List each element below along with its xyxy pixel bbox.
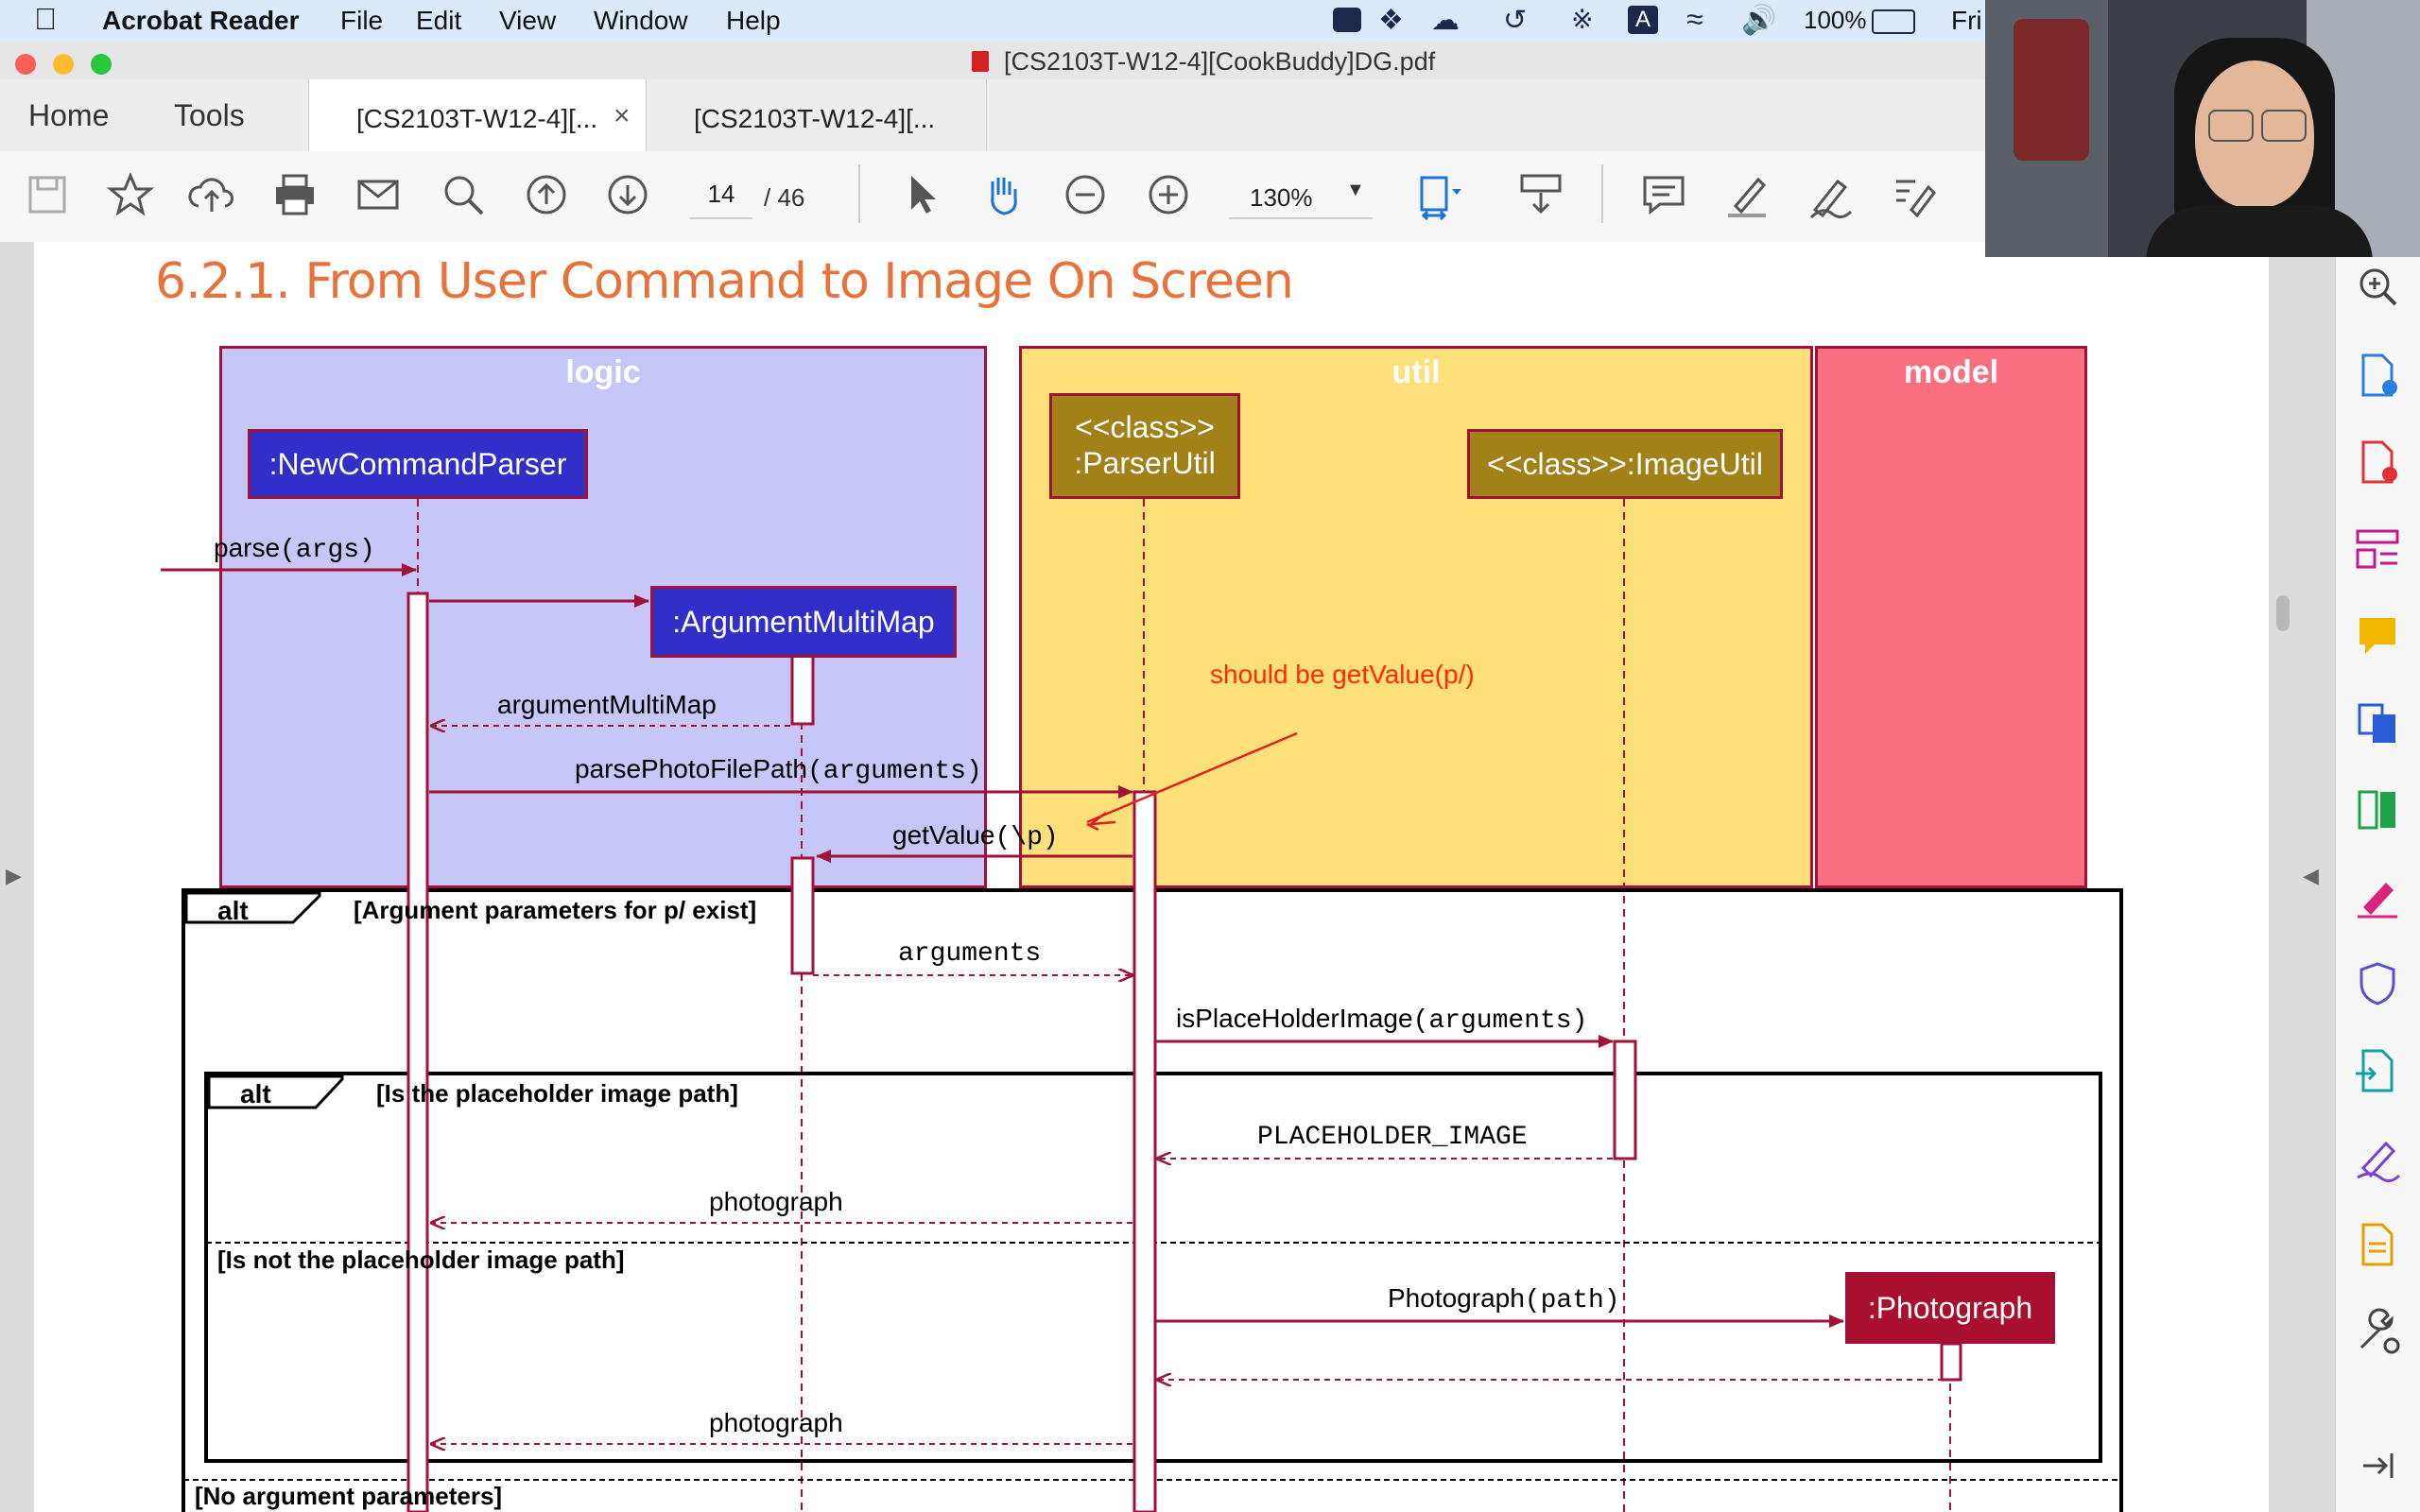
- message-is-placeholder-image: isPlaceHolderImage(arguments): [1176, 1004, 1587, 1036]
- protect-shield-icon[interactable]: [2352, 958, 2403, 1009]
- webcam-video-overlay: [1985, 0, 2420, 257]
- message-arguments-return: arguments: [898, 939, 1042, 969]
- message-args: (arguments): [1412, 1006, 1588, 1036]
- message-args: (\p): [994, 823, 1059, 852]
- message-photograph-constructor: Photograph(path): [1388, 1283, 1620, 1315]
- zoom-search-icon[interactable]: [2352, 261, 2403, 312]
- participant-parser-util: <<class>> :ParserUtil: [1049, 393, 1240, 499]
- message-placeholder-image-return: PLACEHOLDER_IMAGE: [1257, 1123, 1528, 1152]
- compress-pdf-icon[interactable]: [2352, 784, 2403, 835]
- message-photograph-return: photograph: [709, 1187, 843, 1216]
- participant-image-util: <<class>>:ImageUtil: [1467, 429, 1783, 499]
- message-name: Photograph: [1388, 1283, 1525, 1313]
- message-args: (path): [1524, 1286, 1620, 1315]
- participant-new-command-parser: :NewCommandParser: [248, 429, 588, 499]
- frame-else-guard: [Is not the placeholder image path]: [217, 1246, 625, 1274]
- combine-files-icon[interactable]: [2352, 697, 2403, 748]
- webcam-glasses: [2261, 110, 2307, 142]
- frame-operator-alt: alt: [240, 1079, 271, 1108]
- collapse-panel-icon[interactable]: [2352, 1440, 2403, 1491]
- message-photograph-return: photograph: [709, 1408, 843, 1437]
- webcam-glasses: [2208, 110, 2254, 142]
- request-signature-icon[interactable]: [2352, 1132, 2403, 1183]
- review-annotation: should be getValue(p/): [1210, 660, 1475, 689]
- message-name: parsePhotoFilePath: [575, 754, 807, 783]
- more-tools-document-icon[interactable]: [2352, 1219, 2403, 1270]
- right-panel-toggle-icon[interactable]: ◀: [2303, 864, 2319, 888]
- message-args: (args): [280, 536, 375, 565]
- webcam-person-body: [2146, 206, 2373, 257]
- customize-tools-icon[interactable]: [2352, 1306, 2403, 1357]
- comment-tool-icon[interactable]: [2352, 610, 2403, 662]
- fill-sign-icon[interactable]: [2352, 871, 2403, 922]
- message-parse: parse(args): [214, 533, 375, 565]
- frame-guard: [Is the placeholder image path]: [376, 1079, 738, 1108]
- scrollbar-thumb[interactable]: [2276, 595, 2290, 631]
- frame-else-guard: [No argument parameters]: [195, 1482, 503, 1510]
- message-name: isPlaceHolderImage: [1176, 1004, 1413, 1033]
- message-argument-multimap-return: argumentMultiMap: [497, 690, 717, 719]
- export-pdf-icon[interactable]: [2352, 350, 2403, 401]
- message-parse-photo-file-path: parsePhotoFilePath(arguments): [575, 754, 982, 786]
- participant-argument-multimap: :ArgumentMultiMap: [650, 586, 957, 658]
- organize-pages-icon[interactable]: [2352, 524, 2403, 575]
- create-pdf-icon[interactable]: [2352, 437, 2403, 488]
- webcam-background-object: [2014, 19, 2089, 161]
- message-name: getValue: [892, 820, 995, 850]
- frame-guard: [Argument parameters for p/ exist]: [354, 896, 757, 924]
- frame-operator-alt: alt: [217, 896, 249, 925]
- message-get-value: getValue(\p): [892, 820, 1059, 852]
- participant-photograph: :Photograph: [1845, 1272, 2055, 1344]
- participant-name: :ParserUtil: [1074, 446, 1216, 480]
- message-args: (arguments): [806, 757, 982, 786]
- participant-stereotype: <<class>>: [1075, 410, 1215, 444]
- send-for-review-icon[interactable]: [2352, 1045, 2403, 1096]
- message-name: parse: [214, 533, 281, 562]
